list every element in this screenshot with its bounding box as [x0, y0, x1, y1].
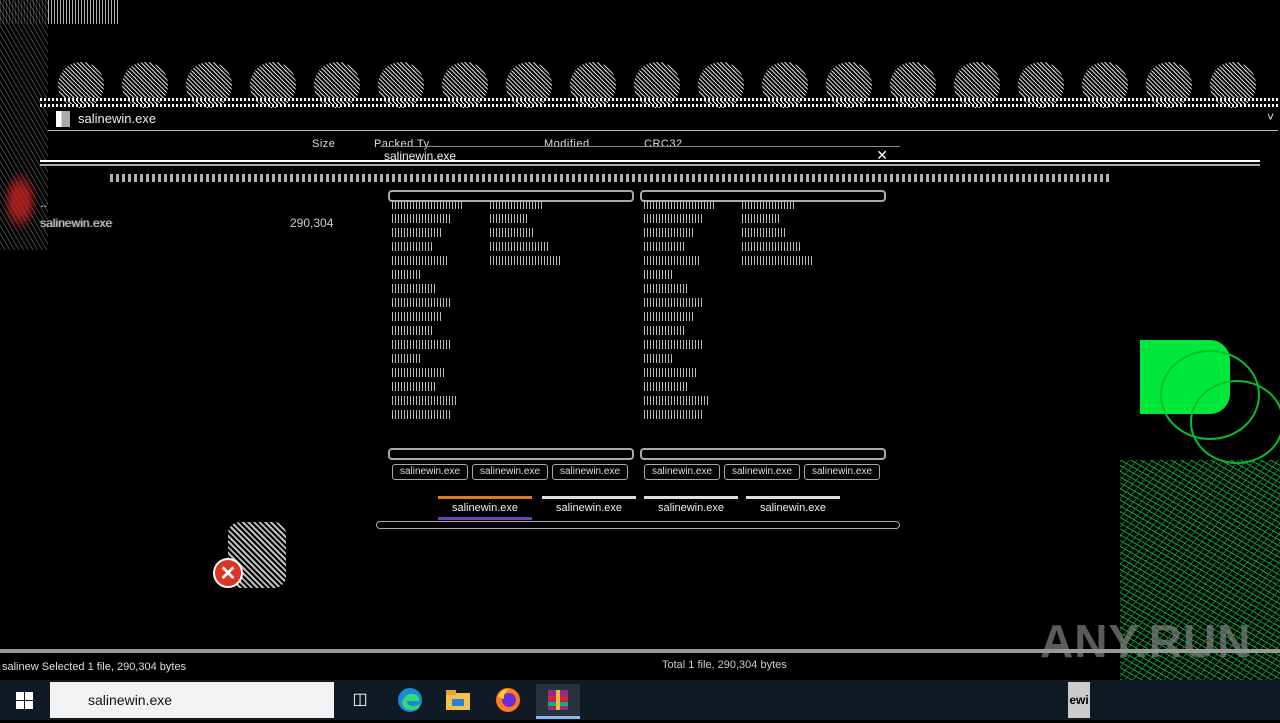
tab-salinewin-4[interactable]: salinewin.exe	[746, 496, 840, 517]
dialog-tab-strip: salinewin.exe salinewin.exe salinewin.ex…	[438, 496, 858, 520]
close-icon[interactable]: ✕	[876, 147, 888, 164]
taskbar-search-box[interactable]: salinewin.exe	[50, 682, 334, 718]
glitch-toolbar-band	[110, 174, 1110, 182]
status-total: Total 1 file, 290,304 bytes	[662, 659, 787, 671]
glitch-blob-row	[40, 58, 1280, 110]
file-name: salinewin.exe	[40, 216, 113, 230]
glitch-text-column	[644, 200, 734, 420]
windows-start-icon[interactable]	[0, 680, 48, 720]
dialog-button[interactable]: salinewin.exe	[392, 464, 468, 480]
dialog-tab-underline	[376, 521, 900, 529]
search-input[interactable]: salinewin.exe	[88, 692, 172, 708]
glitch-text-column	[392, 200, 482, 420]
dialog-button[interactable]: salinewin.exe	[644, 464, 720, 480]
status-selection: salinew Selected 1 file, 290,304 bytes	[2, 661, 187, 673]
taskbar: salinewin.exe ◫ ewi	[0, 680, 1280, 720]
tab-salinewin-2[interactable]: salinewin.exe	[542, 496, 636, 517]
edge-icon[interactable]	[392, 684, 428, 716]
glitch-stripe	[40, 104, 1280, 107]
glitch-green-ring	[1190, 380, 1280, 464]
status-bar: salinew Selected 1 file, 290,304 bytes T…	[0, 649, 1280, 681]
column-size[interactable]: Size	[312, 138, 335, 150]
taskbar-glitch-fragment: ewi	[1068, 682, 1090, 718]
archive-app-icon	[56, 111, 70, 127]
dialog-titlebar[interactable]: salinewin.exe ✕	[380, 146, 900, 167]
task-view-icon[interactable]: ◫	[342, 684, 378, 716]
winrar-icon[interactable]	[536, 684, 580, 719]
file-size: 290,304	[290, 216, 334, 230]
dialog-title: salinewin.exe	[384, 149, 457, 163]
chevron-down-icon[interactable]: ˅	[1267, 110, 1274, 124]
file-name: ..	[40, 196, 47, 210]
dialog-button-frame-right	[640, 448, 886, 460]
firefox-icon[interactable]	[490, 684, 526, 716]
dialog-button-row: salinewin.exe salinewin.exe salinewin.ex…	[392, 464, 882, 480]
dialog-button[interactable]: salinewin.exe	[724, 464, 800, 480]
list-item-parent[interactable]: ..	[40, 196, 47, 210]
window-titlebar[interactable]: salinewin.exe ˅	[48, 110, 1278, 131]
dialog-button[interactable]: salinewin.exe	[472, 464, 548, 480]
dialog-button[interactable]: salinewin.exe	[552, 464, 628, 480]
file-explorer-icon[interactable]	[440, 684, 476, 716]
dialog-button-frame-left	[388, 448, 634, 460]
tab-salinewin-3[interactable]: salinewin.exe	[644, 496, 738, 517]
dialog-button[interactable]: salinewin.exe	[804, 464, 880, 480]
glitch-stripe	[40, 98, 1280, 101]
window-title: salinewin.exe	[78, 111, 157, 126]
glitch-red-smear	[2, 170, 38, 232]
list-item-file[interactable]: salinewin.exe	[40, 216, 112, 230]
tab-salinewin-1[interactable]: salinewin.exe	[438, 496, 532, 520]
glitch-text-column	[490, 200, 580, 270]
error-icon: ✕	[213, 558, 243, 588]
glitch-text-column	[742, 200, 832, 270]
